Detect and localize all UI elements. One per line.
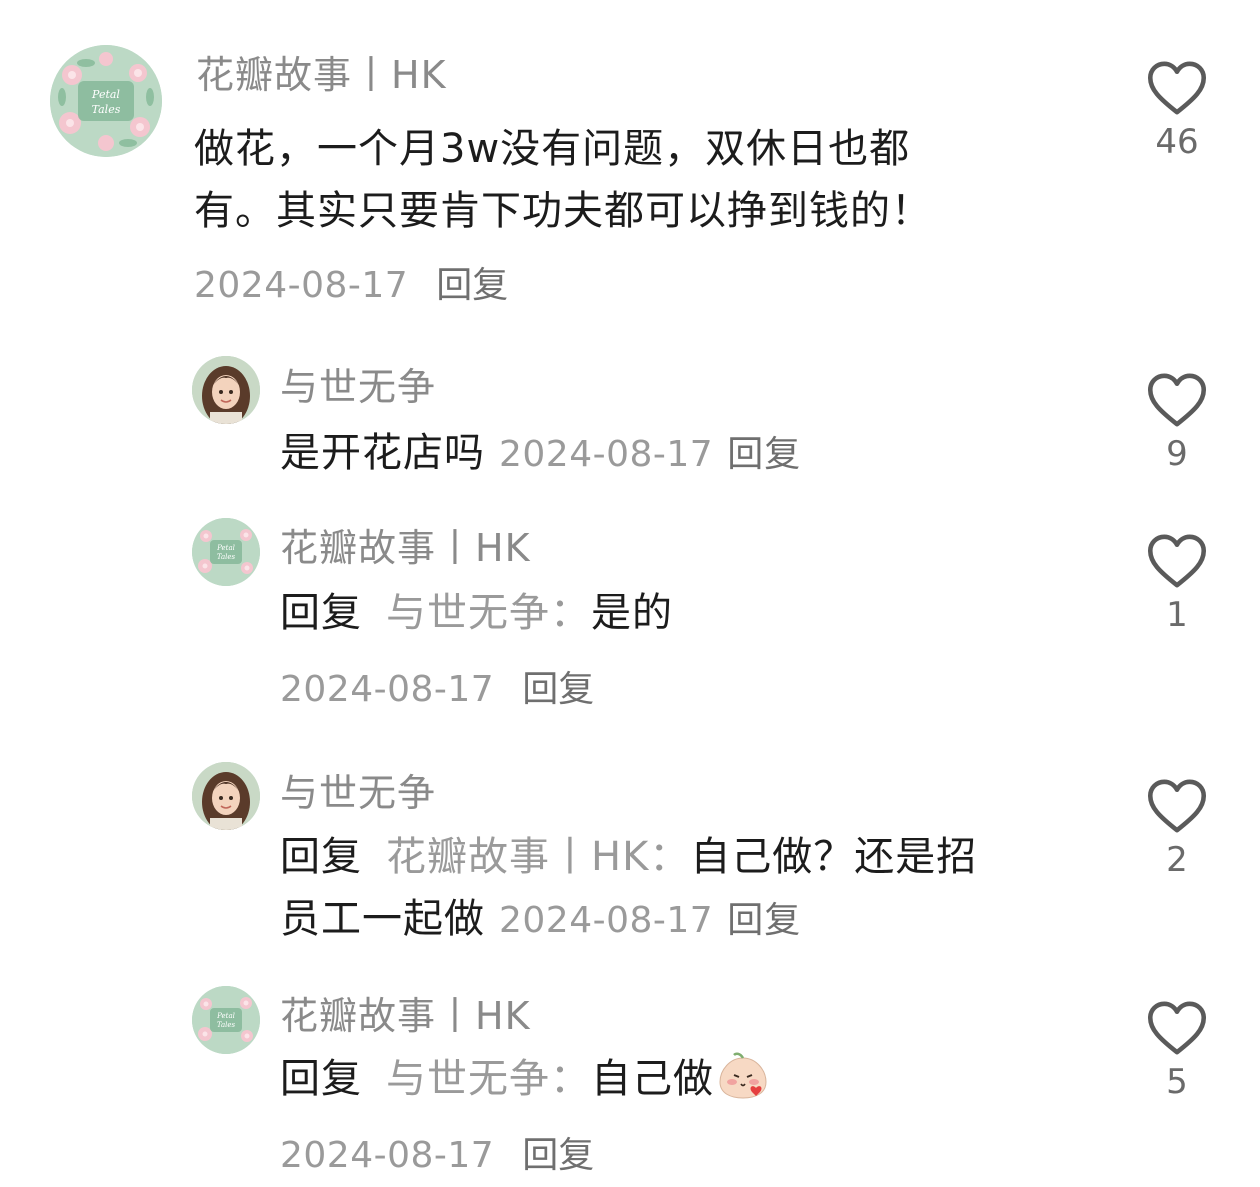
comment-text-line: 员工一起做 2024-08-17 回复 bbox=[280, 888, 977, 952]
svg-text:Tales: Tales bbox=[92, 103, 121, 116]
reply-button[interactable]: 回复 bbox=[522, 1135, 594, 1176]
heart-icon bbox=[1147, 779, 1207, 833]
comment-author[interactable]: 花瓣故事丨HK bbox=[280, 985, 531, 1040]
like-button[interactable]: 2 bbox=[1144, 778, 1210, 880]
reply-button[interactable]: 回复 bbox=[727, 900, 801, 941]
blushing-peach-emoji-icon bbox=[719, 1052, 767, 1099]
girl-portrait-icon bbox=[192, 762, 260, 830]
avatar[interactable]: Petal Tales bbox=[192, 518, 260, 586]
reply-target[interactable]: 花瓣故事丨HK： bbox=[386, 834, 690, 880]
comment-body: 自己做 bbox=[591, 1056, 714, 1102]
comment-date: 2024-08-17 bbox=[280, 669, 495, 710]
comment-meta: 2024-08-17 回复 bbox=[194, 256, 508, 308]
reply-target[interactable]: 与世无争： bbox=[386, 1056, 591, 1102]
avatar[interactable]: Petal Tales bbox=[192, 986, 260, 1054]
comment-date: 2024-08-17 bbox=[499, 900, 714, 941]
svg-text:Petal: Petal bbox=[91, 88, 120, 101]
flower-logo-icon: Petal Tales bbox=[192, 986, 260, 1054]
comment-text-line: 回复 花瓣故事丨HK：自己做？还是招 bbox=[280, 826, 977, 888]
comment-text-line: 做花，一个月3w没有问题，双休日也都 bbox=[194, 126, 911, 172]
heart-icon bbox=[1147, 534, 1207, 588]
heart-icon bbox=[1147, 61, 1207, 115]
comment-body: 自己做？还是招 bbox=[690, 834, 978, 880]
reply-button[interactable]: 回复 bbox=[436, 265, 508, 306]
svg-text:Tales: Tales bbox=[217, 553, 236, 561]
like-button[interactable]: 1 bbox=[1144, 533, 1210, 635]
like-count: 1 bbox=[1166, 595, 1188, 635]
comment-date: 2024-08-17 bbox=[280, 1135, 495, 1176]
comment-body: 是的 bbox=[591, 590, 673, 636]
avatar[interactable] bbox=[192, 762, 260, 830]
comment-author[interactable]: 花瓣故事丨HK bbox=[196, 44, 447, 99]
flower-logo-icon: Petal Tales bbox=[192, 518, 260, 586]
svg-text:Petal: Petal bbox=[216, 544, 235, 552]
comment-text: 回复 与世无争：是的 bbox=[280, 582, 673, 644]
like-count: 46 bbox=[1155, 122, 1199, 162]
like-button[interactable]: 5 bbox=[1144, 1000, 1210, 1102]
comment-author[interactable]: 花瓣故事丨HK bbox=[280, 517, 531, 572]
avatar[interactable]: Petal Tales bbox=[50, 45, 162, 157]
like-count: 9 bbox=[1166, 434, 1188, 474]
comment-text: 回复 与世无争：自己做 bbox=[280, 1048, 770, 1110]
svg-text:Petal: Petal bbox=[216, 1012, 235, 1020]
reply-target[interactable]: 与世无争： bbox=[386, 590, 591, 636]
comment-date: 2024-08-17 bbox=[499, 434, 714, 475]
comment-author[interactable]: 与世无争 bbox=[280, 762, 436, 817]
comment-date: 2024-08-17 bbox=[194, 265, 409, 306]
comment-text: 是开花店吗 2024-08-17 回复 bbox=[280, 422, 801, 486]
heart-icon bbox=[1147, 1001, 1207, 1055]
reply-prefix: 回复 bbox=[280, 834, 362, 880]
reply-button[interactable]: 回复 bbox=[522, 669, 594, 710]
comment-text: 做花，一个月3w没有问题，双休日也都 有。其实只要肯下功夫都可以挣到钱的！ bbox=[194, 118, 932, 242]
comment-body: 员工一起做 bbox=[280, 896, 485, 942]
comment-meta: 2024-08-17 回复 bbox=[280, 1126, 594, 1178]
reply-prefix: 回复 bbox=[280, 590, 362, 636]
girl-portrait-icon bbox=[192, 356, 260, 424]
like-button[interactable]: 9 bbox=[1144, 372, 1210, 474]
comment-meta: 2024-08-17 回复 bbox=[280, 660, 594, 712]
comment-body: 是开花店吗 bbox=[280, 430, 485, 476]
comment-thread: Petal Tales 花瓣故事丨HK 做花，一个月3w没有问题，双休日也都 有… bbox=[0, 0, 1260, 1187]
reply-button[interactable]: 回复 bbox=[727, 434, 801, 475]
like-button[interactable]: 46 bbox=[1144, 60, 1210, 162]
like-count: 5 bbox=[1166, 1062, 1188, 1102]
comment-text: 回复 花瓣故事丨HK：自己做？还是招 员工一起做 2024-08-17 回复 bbox=[280, 826, 977, 952]
svg-text:Tales: Tales bbox=[217, 1021, 236, 1029]
comment-text-line: 有。其实只要肯下功夫都可以挣到钱的！ bbox=[194, 188, 932, 234]
reply-prefix: 回复 bbox=[280, 1056, 362, 1102]
heart-icon bbox=[1147, 373, 1207, 427]
avatar[interactable] bbox=[192, 356, 260, 424]
like-count: 2 bbox=[1166, 840, 1188, 880]
comment-author[interactable]: 与世无争 bbox=[280, 356, 436, 411]
flower-logo-icon: Petal Tales bbox=[50, 45, 162, 157]
